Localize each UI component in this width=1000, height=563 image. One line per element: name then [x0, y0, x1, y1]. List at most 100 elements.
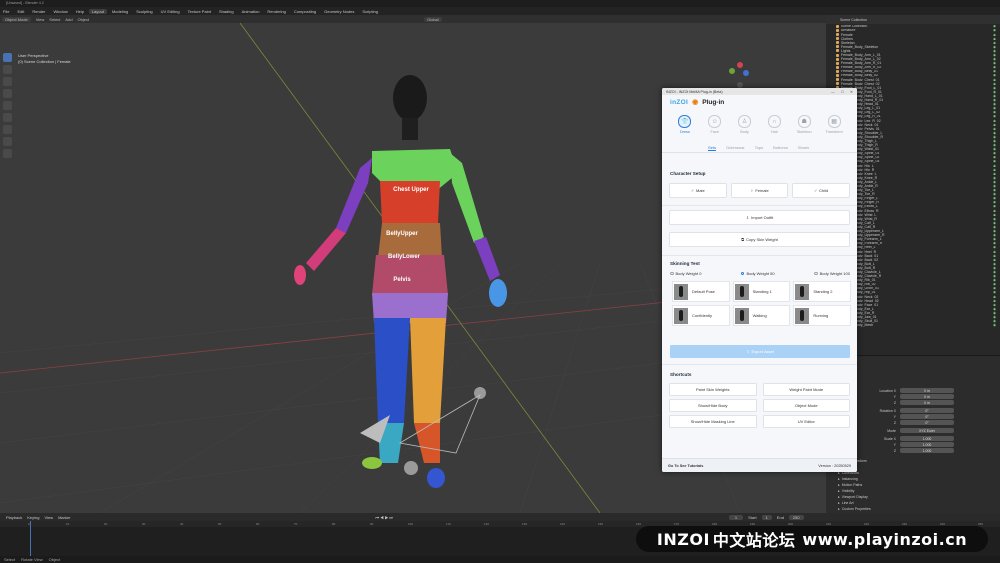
visibility-eye-icon[interactable]: ◉ — [993, 180, 996, 184]
visibility-eye-icon[interactable]: ◉ — [993, 49, 996, 53]
visibility-eye-icon[interactable]: ◉ — [993, 287, 996, 291]
visibility-eye-icon[interactable]: ◉ — [993, 270, 996, 274]
menu-item-rendering[interactable]: Rendering — [264, 9, 288, 14]
visibility-eye-icon[interactable]: ◉ — [993, 233, 996, 237]
visibility-eye-icon[interactable]: ◉ — [993, 168, 996, 172]
visibility-eye-icon[interactable]: ◉ — [993, 246, 996, 250]
visibility-eye-icon[interactable]: ◉ — [993, 237, 996, 241]
outliner-row[interactable]: Female ◉ — [826, 33, 1000, 37]
outliner-row[interactable]: Female_Body_Arm_L_02 ◉ — [826, 57, 1000, 61]
add-menu[interactable]: Add — [65, 17, 72, 22]
subtab-bottoms[interactable]: Bottoms — [773, 145, 788, 150]
add-cube-tool[interactable] — [3, 149, 12, 158]
outliner-row[interactable]: Scene Collection ◉ — [826, 25, 1000, 29]
visibility-eye-icon[interactable]: ◉ — [993, 41, 996, 45]
category-tab-transform[interactable]: ▦ Transform — [825, 115, 843, 134]
outliner-row[interactable]: Female_Body_Arm_R_02 ◉ — [826, 66, 1000, 70]
visibility-eye-icon[interactable]: ◉ — [993, 29, 996, 33]
visibility-eye-icon[interactable]: ◉ — [993, 205, 996, 209]
visibility-eye-icon[interactable]: ◉ — [993, 254, 996, 258]
shortcut-button-show-hide-body[interactable]: Show/Hide Body — [669, 399, 757, 412]
visibility-eye-icon[interactable]: ◉ — [993, 115, 996, 119]
menu-item-modeling[interactable]: Modeling — [109, 9, 131, 14]
visibility-eye-icon[interactable]: ◉ — [993, 192, 996, 196]
cursor-tool[interactable] — [3, 65, 12, 74]
outliner-row[interactable]: Female_Body_Chest_01 ◉ — [826, 78, 1000, 82]
visibility-eye-icon[interactable]: ◉ — [993, 283, 996, 287]
visibility-eye-icon[interactable]: ◉ — [993, 102, 996, 106]
copy-skin-weight-button[interactable]: ⧉ Copy Skin Weight — [669, 232, 850, 247]
male-button[interactable]: ♂ Male — [669, 183, 727, 198]
visibility-eye-icon[interactable]: ◉ — [993, 217, 996, 221]
rotation-y-field[interactable]: 0° — [900, 414, 954, 419]
x-axis-gizmo[interactable] — [737, 62, 743, 68]
menu-item-shading[interactable]: Shading — [216, 9, 237, 14]
category-tab-dress[interactable]: 👕 Dress — [676, 115, 694, 134]
location-z-field[interactable]: 0 m — [900, 400, 954, 405]
menu-item-geometry-nodes[interactable]: Geometry Nodes — [321, 9, 357, 14]
visibility-eye-icon[interactable]: ◉ — [993, 127, 996, 131]
body-weight-radio[interactable]: Body Weight 50 — [740, 271, 775, 276]
visibility-eye-icon[interactable]: ◉ — [993, 33, 996, 37]
menu-item-scripting[interactable]: Scripting — [359, 9, 381, 14]
start-frame-field[interactable]: 1 — [761, 514, 772, 520]
current-frame-field[interactable]: 1 — [728, 514, 744, 520]
visibility-eye-icon[interactable]: ◉ — [993, 229, 996, 233]
view-menu[interactable]: View — [36, 17, 45, 22]
subtab-outerwear[interactable]: Outerwear — [726, 145, 745, 150]
visibility-eye-icon[interactable]: ◉ — [993, 213, 996, 217]
visibility-eye-icon[interactable]: ◉ — [993, 61, 996, 65]
visibility-eye-icon[interactable]: ◉ — [993, 188, 996, 192]
rotate-tool[interactable] — [3, 89, 12, 98]
category-tab-hair[interactable]: ∩ Hair — [765, 115, 783, 134]
transform-tool[interactable] — [3, 113, 12, 122]
visibility-eye-icon[interactable]: ◉ — [993, 266, 996, 270]
scale-x-field[interactable]: 1.000 — [900, 436, 954, 441]
visibility-eye-icon[interactable]: ◉ — [993, 209, 996, 213]
visibility-eye-icon[interactable]: ◉ — [993, 225, 996, 229]
visibility-eye-icon[interactable]: ◉ — [993, 70, 996, 74]
visibility-eye-icon[interactable]: ◉ — [993, 66, 996, 70]
visibility-eye-icon[interactable]: ◉ — [993, 258, 996, 262]
visibility-eye-icon[interactable]: ◉ — [993, 315, 996, 319]
menu-item-compositing[interactable]: Compositing — [291, 9, 319, 14]
playback-controls[interactable]: ⏮◀▶⏭ — [376, 515, 394, 520]
visibility-eye-icon[interactable]: ◉ — [993, 57, 996, 61]
visibility-eye-icon[interactable]: ◉ — [993, 90, 996, 94]
outliner-row[interactable]: Female_Body_Arm_L_01 ◉ — [826, 53, 1000, 57]
menu-item-window[interactable]: Window — [50, 9, 70, 14]
shortcut-button-uv-editor[interactable]: UV Editor — [762, 415, 850, 428]
pose-card[interactable]: Standing 1 — [732, 281, 791, 302]
object-mode-dropdown[interactable]: Object Mode — [2, 16, 31, 22]
property-section-header[interactable]: ▸ Custom Properties — [838, 506, 988, 512]
menu-item-texture-paint[interactable]: Texture Paint — [185, 9, 214, 14]
outliner-row[interactable]: Female_Body_Chest_02 ◉ — [826, 82, 1000, 85]
minimize-icon[interactable]: — — [831, 90, 835, 94]
end-frame-field[interactable]: 250 — [788, 514, 804, 520]
visibility-eye-icon[interactable]: ◉ — [993, 242, 996, 246]
visibility-eye-icon[interactable]: ◉ — [993, 250, 996, 254]
outliner-row[interactable]: Female_Body_Belly_02 ◉ — [826, 74, 1000, 77]
visibility-eye-icon[interactable]: ◉ — [993, 307, 996, 311]
z-axis-gizmo[interactable] — [743, 70, 749, 76]
visibility-eye-icon[interactable]: ◉ — [993, 135, 996, 139]
subtab-tops[interactable]: Tops — [755, 145, 763, 150]
visibility-eye-icon[interactable]: ◉ — [993, 278, 996, 282]
visibility-eye-icon[interactable]: ◉ — [993, 78, 996, 82]
visibility-eye-icon[interactable]: ◉ — [993, 25, 996, 29]
visibility-eye-icon[interactable]: ◉ — [993, 164, 996, 168]
visibility-eye-icon[interactable]: ◉ — [993, 176, 996, 180]
scale-z-field[interactable]: 1.000 — [900, 448, 954, 453]
visibility-eye-icon[interactable]: ◉ — [993, 160, 996, 164]
playhead[interactable] — [30, 521, 31, 556]
outliner-row[interactable]: Clothes ◉ — [826, 37, 1000, 40]
menu-item-render[interactable]: Render — [29, 9, 48, 14]
keying-menu[interactable]: Keying — [27, 515, 39, 520]
outliner-row[interactable]: Female_Body_Skeleton ◉ — [826, 45, 1000, 49]
location-y-field[interactable]: 0 m — [900, 394, 954, 399]
child-button[interactable]: ♂ Child — [792, 183, 851, 198]
y-axis-gizmo[interactable] — [729, 68, 735, 74]
playback-menu[interactable]: Playback — [6, 515, 22, 520]
visibility-eye-icon[interactable]: ◉ — [993, 274, 996, 278]
annotate-tool[interactable] — [3, 125, 12, 134]
